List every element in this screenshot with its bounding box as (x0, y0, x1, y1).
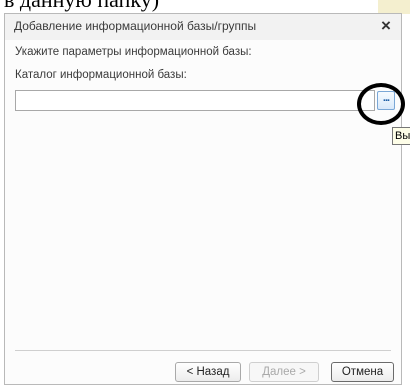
background-document-text: в данную папку) (4, 0, 159, 13)
add-infobase-dialog: Добавление информационной базы/группы × … (4, 13, 402, 385)
back-button[interactable]: < Назад (175, 362, 241, 382)
dialog-title: Добавление информационной базы/группы (14, 19, 257, 33)
footer-separator (15, 350, 391, 351)
dialog-titlebar: Добавление информационной базы/группы × (5, 14, 401, 40)
next-button[interactable]: Далее > (249, 362, 319, 382)
background-corner (378, 0, 410, 14)
browse-tooltip: Вы (392, 127, 410, 145)
parameters-prompt: Укажите параметры информационной базы: (15, 46, 252, 58)
highlight-circle (357, 83, 405, 125)
close-icon[interactable]: × (377, 17, 395, 35)
catalog-label: Каталог информационной базы: (15, 69, 187, 81)
screenshot-page: в данную папку) Добавление информационно… (0, 0, 410, 385)
catalog-path-input[interactable] (15, 90, 375, 111)
cancel-button[interactable]: Отмена (331, 362, 394, 382)
